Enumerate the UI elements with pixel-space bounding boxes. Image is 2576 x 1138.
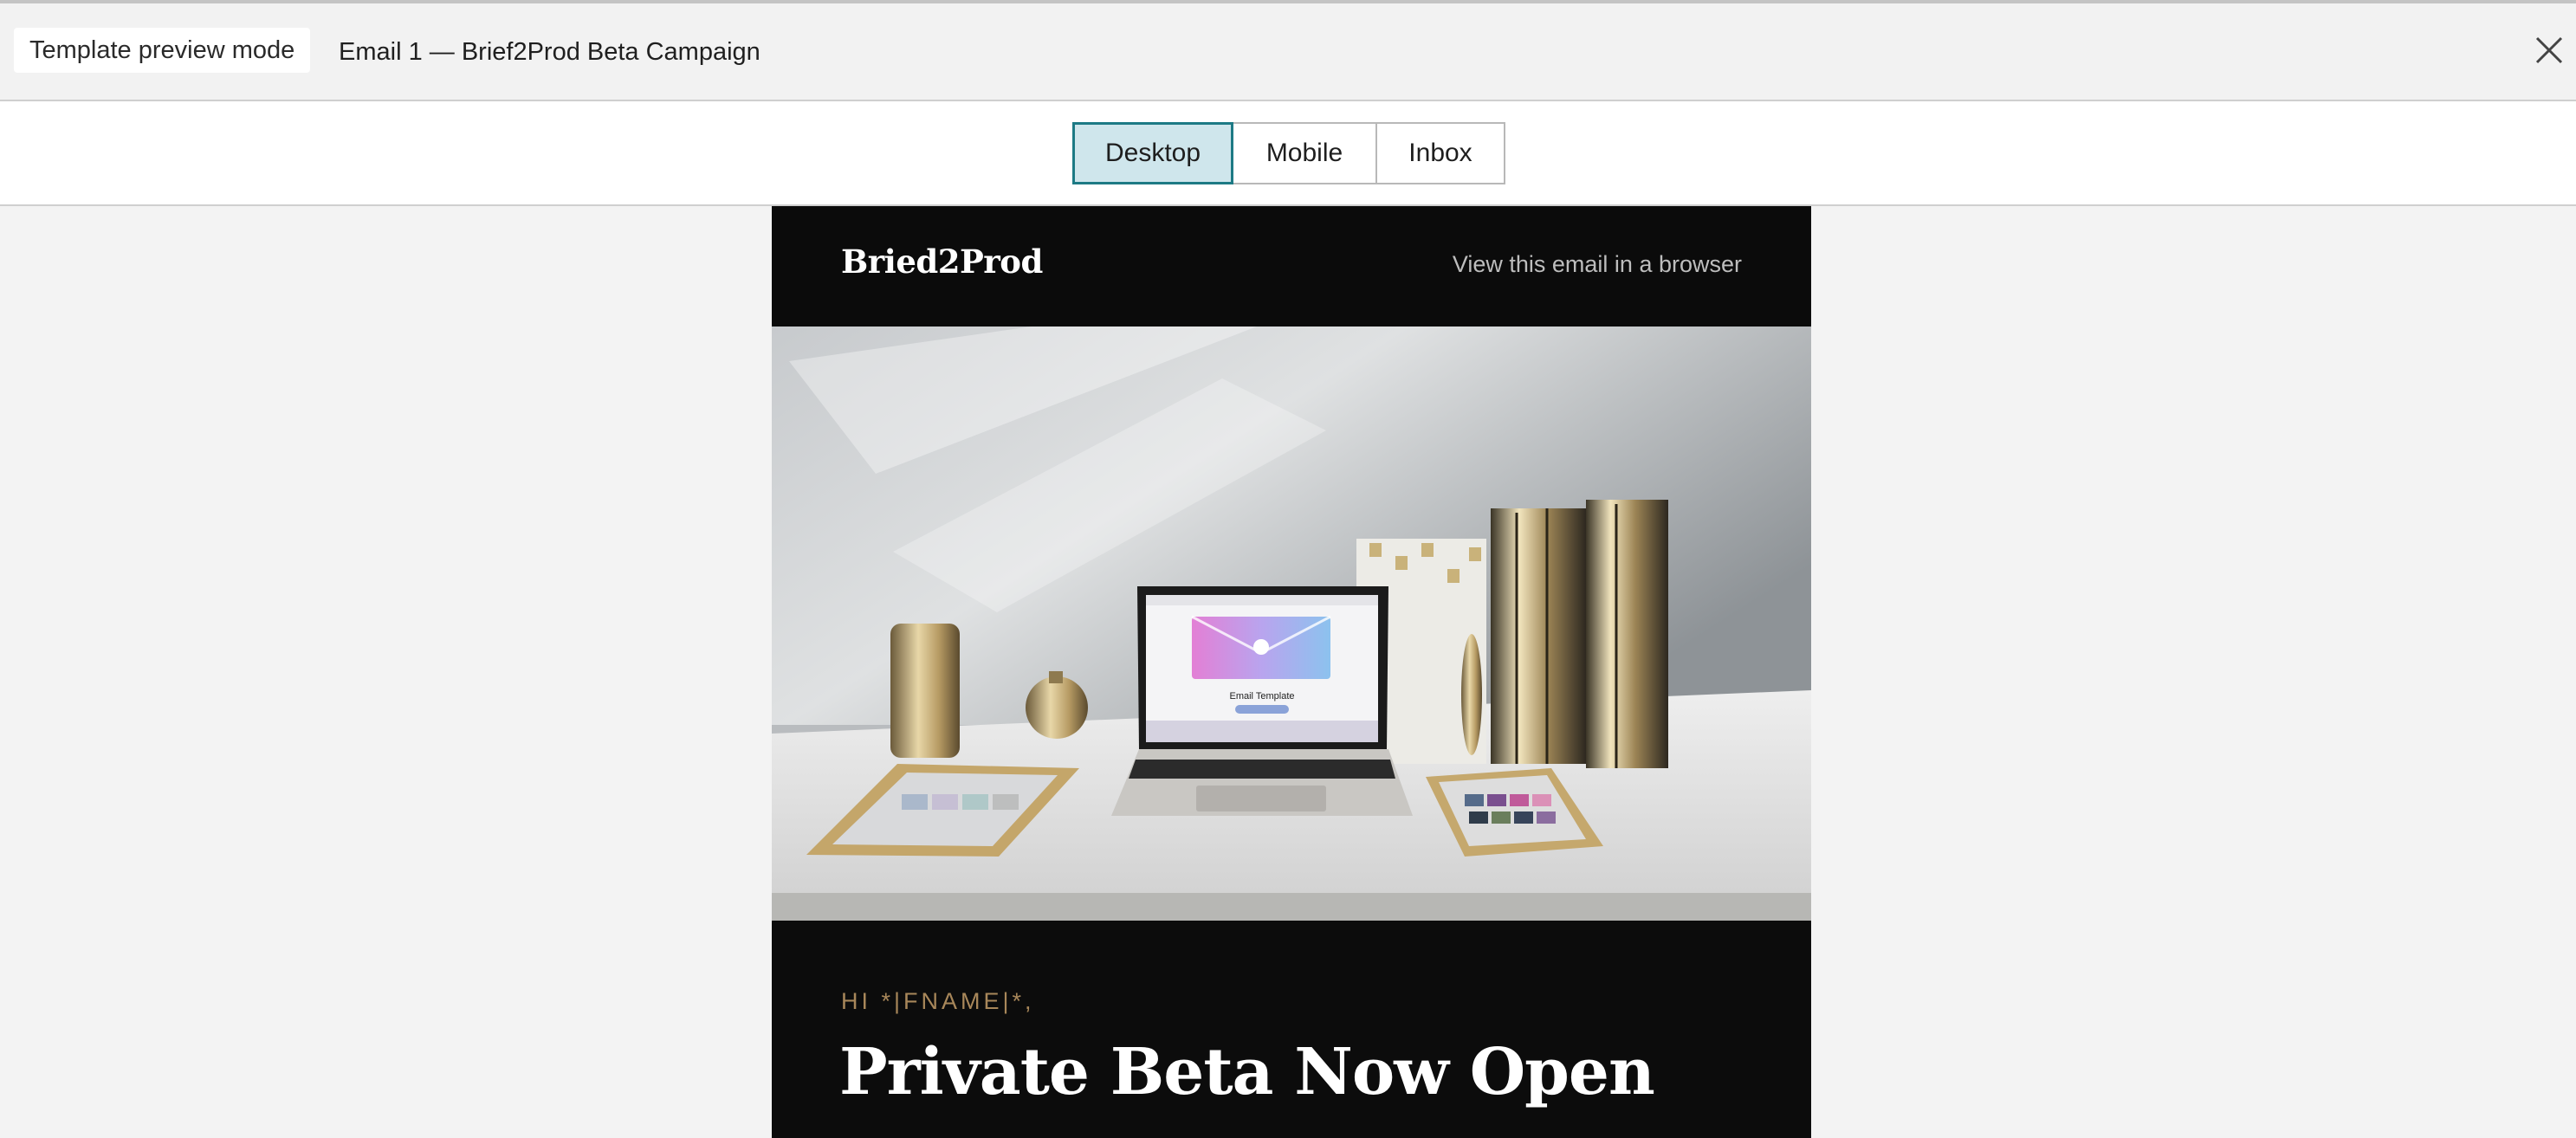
view-in-browser-link[interactable]: View this email in a browser bbox=[1453, 251, 1742, 278]
hero-template-caption: Email Template bbox=[1230, 691, 1295, 702]
preview-topbar: Template preview mode Email 1 — Brief2Pr… bbox=[0, 0, 2576, 101]
greeting-text: HI *|FNAME|*, bbox=[841, 988, 1035, 1014]
hero-image: Email Template bbox=[772, 327, 1811, 921]
close-button[interactable] bbox=[2534, 35, 2565, 66]
tab-mobile[interactable]: Mobile bbox=[1232, 122, 1377, 184]
tab-inbox[interactable]: Inbox bbox=[1375, 122, 1505, 184]
email-preview: Bried2Prod View this email in a browser bbox=[772, 206, 1811, 1138]
preview-canvas[interactable]: Bried2Prod View this email in a browser bbox=[0, 206, 2576, 1138]
headline: Private Beta Now Open bbox=[839, 1035, 1655, 1109]
email-header: Bried2Prod View this email in a browser bbox=[772, 206, 1811, 327]
close-icon bbox=[2535, 36, 2563, 64]
tab-desktop[interactable]: Desktop bbox=[1072, 122, 1233, 184]
device-tabs: Desktop Mobile Inbox bbox=[1072, 122, 1505, 184]
device-tab-bar: Desktop Mobile Inbox bbox=[0, 101, 2576, 206]
template-preview-mode-badge: Template preview mode bbox=[14, 28, 311, 73]
email-body: HI *|FNAME|*, Private Beta Now Open bbox=[772, 921, 1811, 1138]
campaign-title: Email 1 — Brief2Prod Beta Campaign bbox=[339, 38, 761, 66]
brand-logo-text: Bried2Prod bbox=[841, 242, 1043, 281]
